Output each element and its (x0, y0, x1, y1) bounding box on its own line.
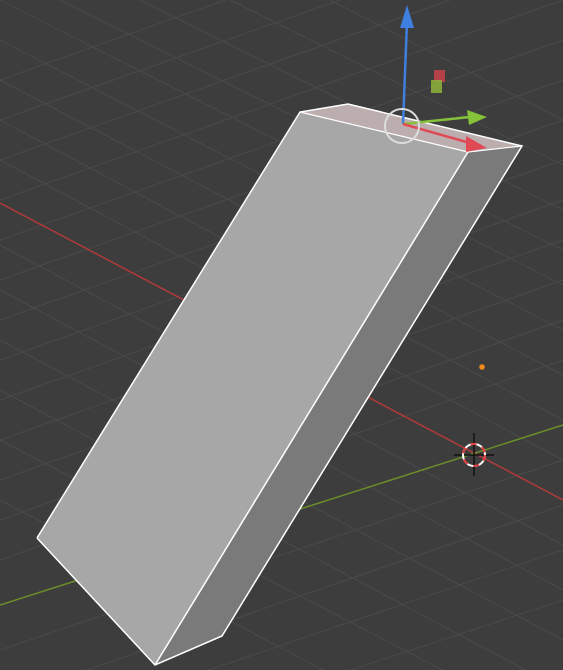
gizmo-yz-plane-handle[interactable] (431, 80, 442, 93)
3d-viewport[interactable] (0, 0, 563, 670)
viewport-scene[interactable] (0, 0, 563, 670)
light-origin-dot[interactable] (479, 364, 485, 370)
